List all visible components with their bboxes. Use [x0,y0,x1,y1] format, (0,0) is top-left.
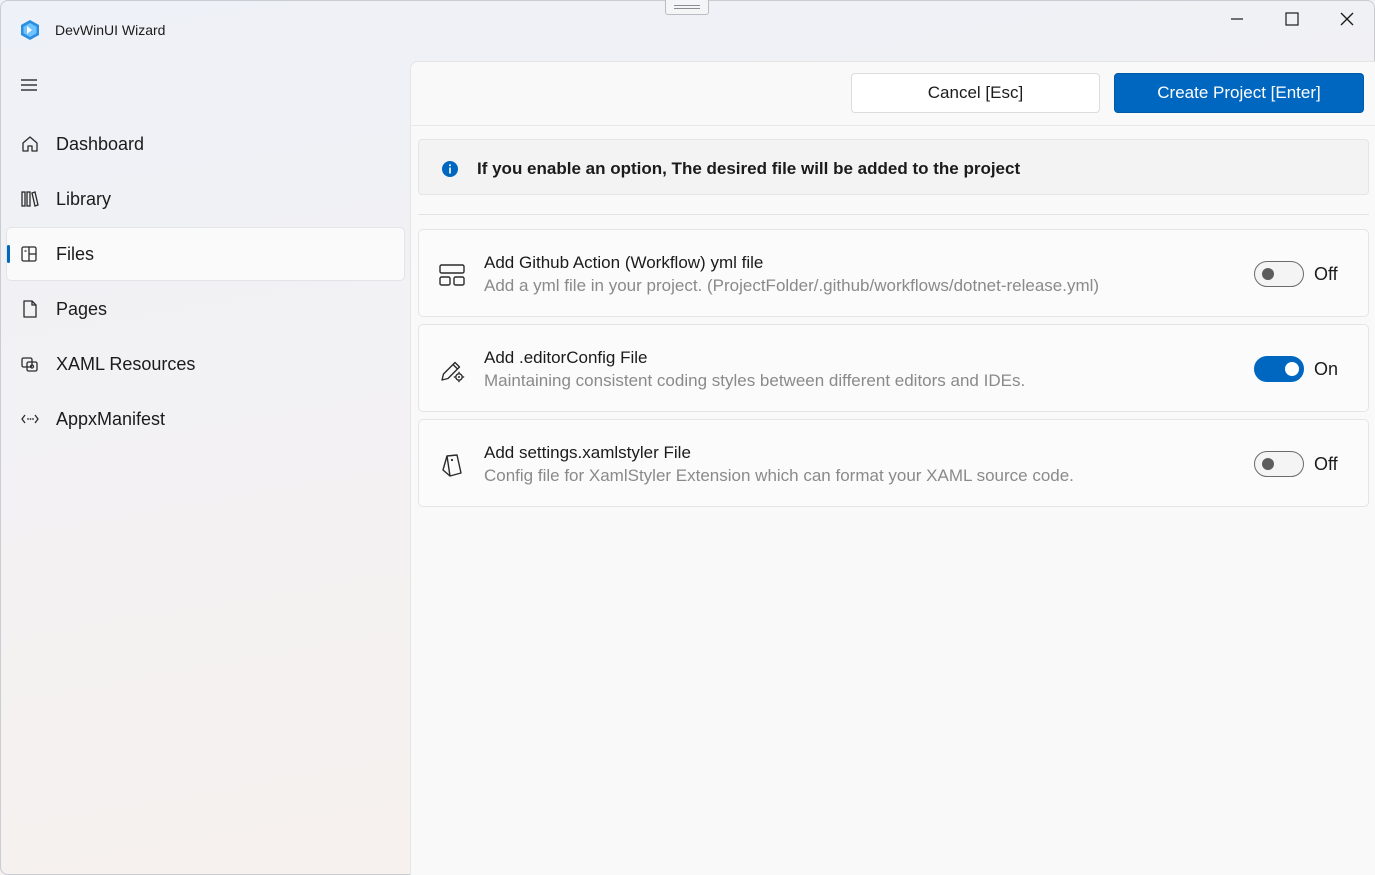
maximize-icon [1284,12,1299,26]
nav-label-pages: Pages [56,298,108,319]
github-action-toggle[interactable] [1254,261,1304,287]
close-button[interactable] [1319,0,1374,38]
drag-handle[interactable] [665,0,709,15]
nav-item-appxmanifest[interactable]: AppxManifest [6,392,405,446]
option-title: Add settings.xamlstyler File [484,443,691,462]
nav-label-dashboard: Dashboard [56,133,145,154]
create-project-button[interactable]: Create Project [Enter] [1114,73,1364,113]
divider [418,214,1369,215]
close-icon [1340,12,1353,26]
minimize-icon [1230,18,1243,20]
library-icon [21,191,39,207]
nav-label-files: Files [56,243,95,264]
selection-indicator [7,245,10,263]
option-card-editorconfig: Add .editorConfig File Maintaining consi… [418,324,1369,412]
toggle-knob [1262,268,1274,280]
info-icon [442,161,458,177]
edit-settings-icon [441,361,465,383]
option-card-github-action: Add Github Action (Workflow) yml file Ad… [418,229,1369,317]
nav-label-library: Library [56,188,112,209]
toggle-knob [1285,362,1299,376]
nav-item-xaml-resources[interactable]: XAML Resources [6,337,405,391]
style-icon [442,454,462,477]
option-title: Add Github Action (Workflow) yml file [484,253,764,272]
minimize-button[interactable] [1209,0,1264,38]
toggle-state-label: On [1314,359,1339,379]
option-description: Add a yml file in your project. (Project… [484,276,1100,295]
app-title: DevWinUI Wizard [55,22,166,38]
option-card-xamlstyler: Add settings.xamlstyler File Config file… [418,419,1369,507]
option-description: Config file for XamlStyler Extension whi… [484,466,1074,485]
nav-item-library[interactable]: Library [6,172,405,226]
title-bar[interactable]: DevWinUI Wizard [0,0,1375,60]
option-description: Maintaining consistent coding styles bet… [484,371,1026,390]
nav-label-xaml-resources: XAML Resources [56,353,196,374]
nav-item-dashboard[interactable]: Dashboard [6,117,405,171]
content-pane: Cancel [Esc] Create Project [Enter] If y… [410,61,1375,875]
hamburger-icon [21,79,37,91]
toggle-state-label: Off [1314,454,1338,474]
toggle-knob [1262,458,1274,470]
files-icon [21,246,37,262]
maximize-button[interactable] [1264,0,1319,38]
resources-icon [21,357,38,372]
editorconfig-toggle[interactable] [1254,356,1304,382]
info-message: If you enable an option, The desired fil… [477,159,1021,178]
toggle-state-label: Off [1314,264,1338,284]
layout-icon [439,264,465,286]
xamlstyler-toggle[interactable] [1254,451,1304,477]
hamburger-menu-button[interactable] [12,68,46,102]
command-bar: Cancel [Esc] Create Project [Enter] [411,62,1375,126]
option-title: Add .editorConfig File [484,348,648,367]
info-bar: If you enable an option, The desired fil… [418,139,1369,195]
cancel-button[interactable]: Cancel [Esc] [851,73,1100,113]
page-icon [23,300,37,318]
nav-item-files[interactable]: Files [6,227,405,281]
app-logo-icon [21,20,39,40]
manifest-icon [21,414,39,424]
nav-item-pages[interactable]: Pages [6,282,405,336]
home-icon [22,136,38,152]
nav-label-appxmanifest: AppxManifest [56,408,166,429]
